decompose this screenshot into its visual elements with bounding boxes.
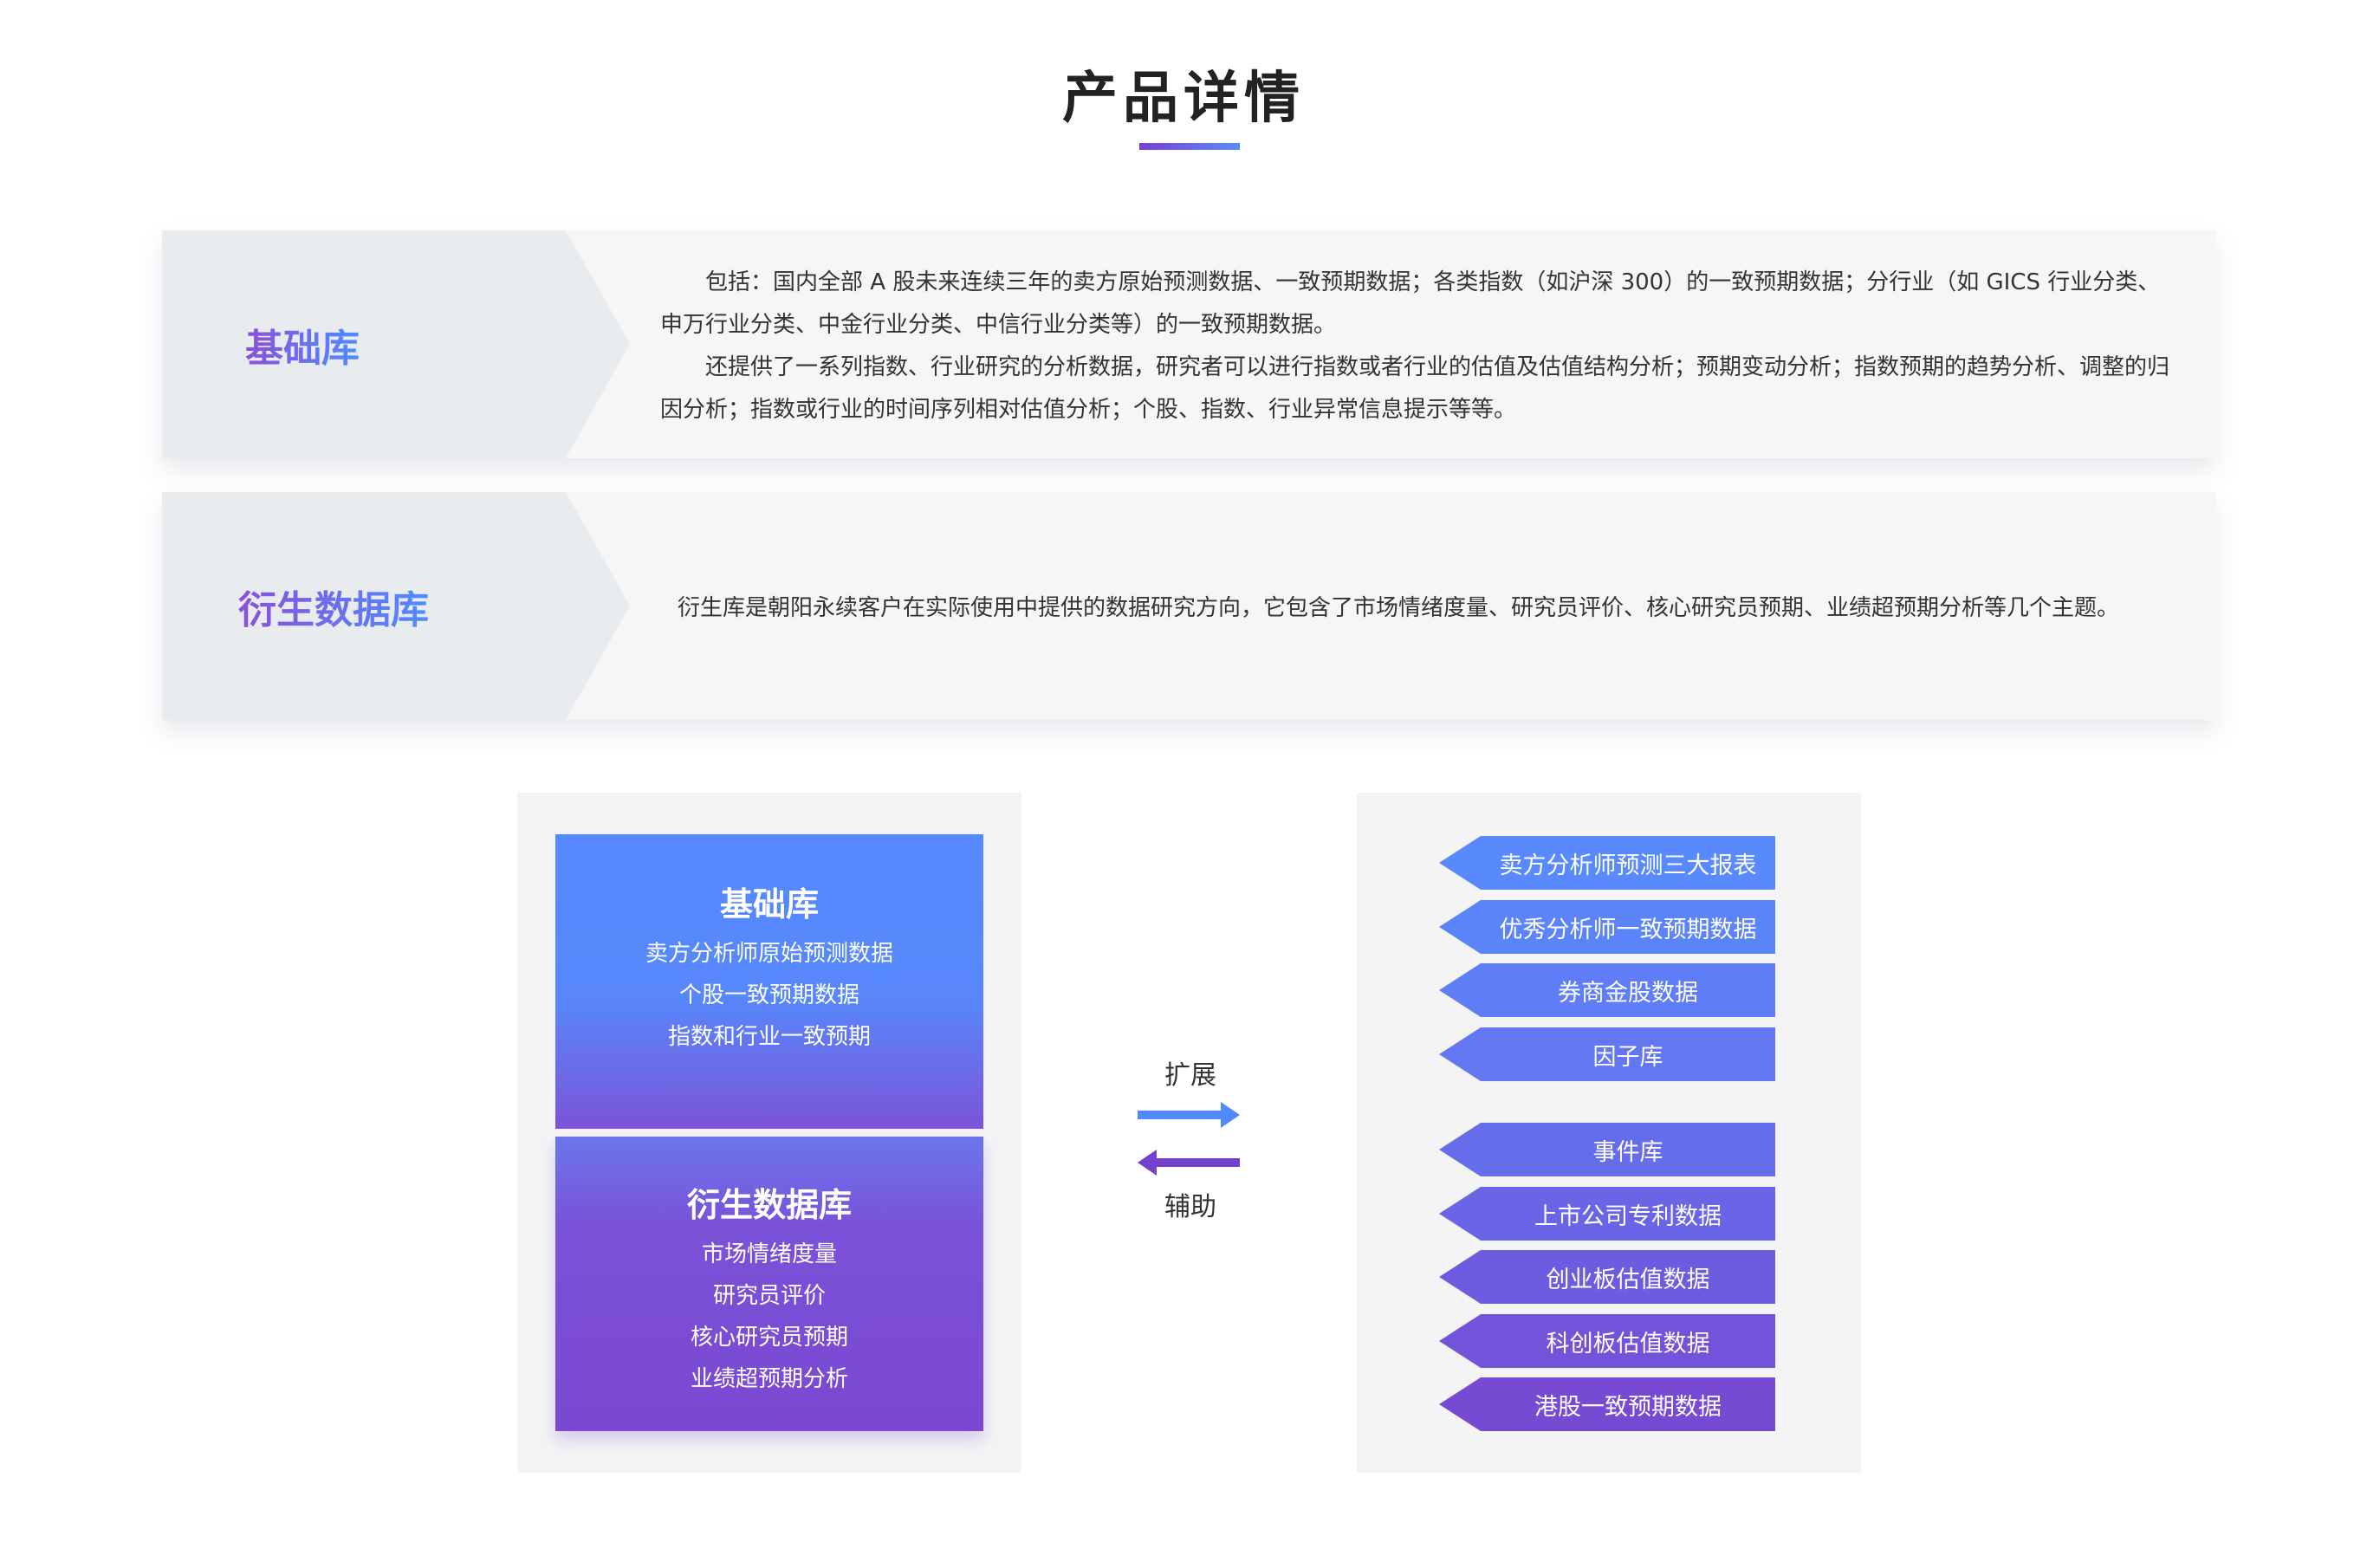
basic-box-items: 卖方分析师原始预测数据 个股一致预期数据 指数和行业一致预期	[555, 933, 983, 1058]
basic-description-paragraph-2: 还提供了一系列指数、行业研究的分析数据，研究者可以进行指数或者行业的估值及估值结…	[660, 354, 2170, 423]
derived-box-item: 市场情绪度量	[701, 1241, 837, 1267]
basic-box-item: 个股一致预期数据	[678, 982, 859, 1008]
arrow-left-icon	[1138, 1150, 1240, 1176]
basic-description-paragraph-1: 包括：国内全部 A 股未来连续三年的卖方原始预测数据、一致预期数据；各类指数（如…	[660, 269, 2161, 338]
tag-label: 因子库	[1592, 1043, 1663, 1071]
data-module-tag: 港股一致预期数据	[1439, 1377, 1775, 1431]
basic-box-title: 基础库	[719, 885, 819, 923]
data-module-tag: 科创板估值数据	[1439, 1314, 1775, 1368]
data-modules-panel: 卖方分析师预测三大报表 优秀分析师一致预期数据 券商金股数据 因子库 事件库 上…	[1357, 793, 1861, 1473]
derived-library-card: 衍生数据库 衍生库是朝阳永续客户在实际使用中提供的数据研究方向，它包含了市场情绪…	[162, 492, 2215, 720]
tag-label: 科创板估值数据	[1546, 1330, 1710, 1357]
tag-label: 上市公司专利数据	[1534, 1202, 1722, 1230]
basic-library-label: 基础库	[245, 230, 360, 458]
derived-box-title: 衍生数据库	[686, 1186, 852, 1224]
derived-library-label: 衍生数据库	[238, 492, 429, 720]
basic-library-card: 基础库 包括：国内全部 A 股未来连续三年的卖方原始预测数据、一致预期数据；各类…	[162, 230, 2215, 458]
data-module-tag: 因子库	[1439, 1027, 1775, 1081]
tag-label: 券商金股数据	[1558, 979, 1698, 1007]
basic-box-item: 卖方分析师原始预测数据	[645, 941, 893, 967]
expand-label: 扩展	[1164, 1060, 1216, 1091]
basic-library-description: 包括：国内全部 A 股未来连续三年的卖方原始预测数据、一致预期数据；各类指数（如…	[660, 262, 2172, 431]
data-module-tag: 事件库	[1439, 1123, 1775, 1176]
derived-box-items: 市场情绪度量 研究员评价 核心研究员预期 业绩超预期分析	[555, 1234, 983, 1400]
page-title: 产品详情	[1062, 67, 1305, 131]
tag-label: 卖方分析师预测三大报表	[1499, 852, 1757, 879]
derived-library-box: 衍生数据库 市场情绪度量 研究员评价 核心研究员预期 业绩超预期分析	[555, 1137, 983, 1431]
tag-label: 港股一致预期数据	[1534, 1393, 1722, 1421]
data-module-tag: 卖方分析师预测三大报表	[1439, 836, 1775, 890]
tag-label: 优秀分析师一致预期数据	[1499, 916, 1757, 943]
data-module-tag: 券商金股数据	[1439, 963, 1775, 1017]
derived-box-item: 核心研究员预期	[690, 1325, 848, 1351]
tag-label: 创业板估值数据	[1546, 1266, 1710, 1293]
basic-library-box: 基础库 卖方分析师原始预测数据 个股一致预期数据 指数和行业一致预期	[555, 834, 983, 1129]
basic-box-item: 指数和行业一致预期	[667, 1024, 871, 1050]
product-details-page: 产品详情 基础库 包括：国内全部 A 股未来连续三年的卖方原始预测数据、一致预期…	[0, 0, 2367, 1568]
title-underline	[1139, 143, 1240, 150]
derived-library-description: 衍生库是朝阳永续客户在实际使用中提供的数据研究方向，它包含了市场情绪度量、研究员…	[678, 595, 2120, 621]
data-module-tag: 创业板估值数据	[1439, 1250, 1775, 1304]
tag-label: 事件库	[1592, 1138, 1663, 1166]
data-module-tag: 优秀分析师一致预期数据	[1439, 900, 1775, 954]
derived-box-item: 业绩超预期分析	[690, 1366, 848, 1392]
assist-label: 辅助	[1164, 1192, 1216, 1222]
card-label-chevron	[162, 230, 630, 458]
data-module-tag: 上市公司专利数据	[1439, 1187, 1775, 1241]
derived-box-item: 研究员评价	[712, 1283, 826, 1309]
arrow-right-icon	[1138, 1102, 1240, 1128]
library-structure-panel: 基础库 卖方分析师原始预测数据 个股一致预期数据 指数和行业一致预期 衍生数据库…	[517, 793, 1021, 1473]
